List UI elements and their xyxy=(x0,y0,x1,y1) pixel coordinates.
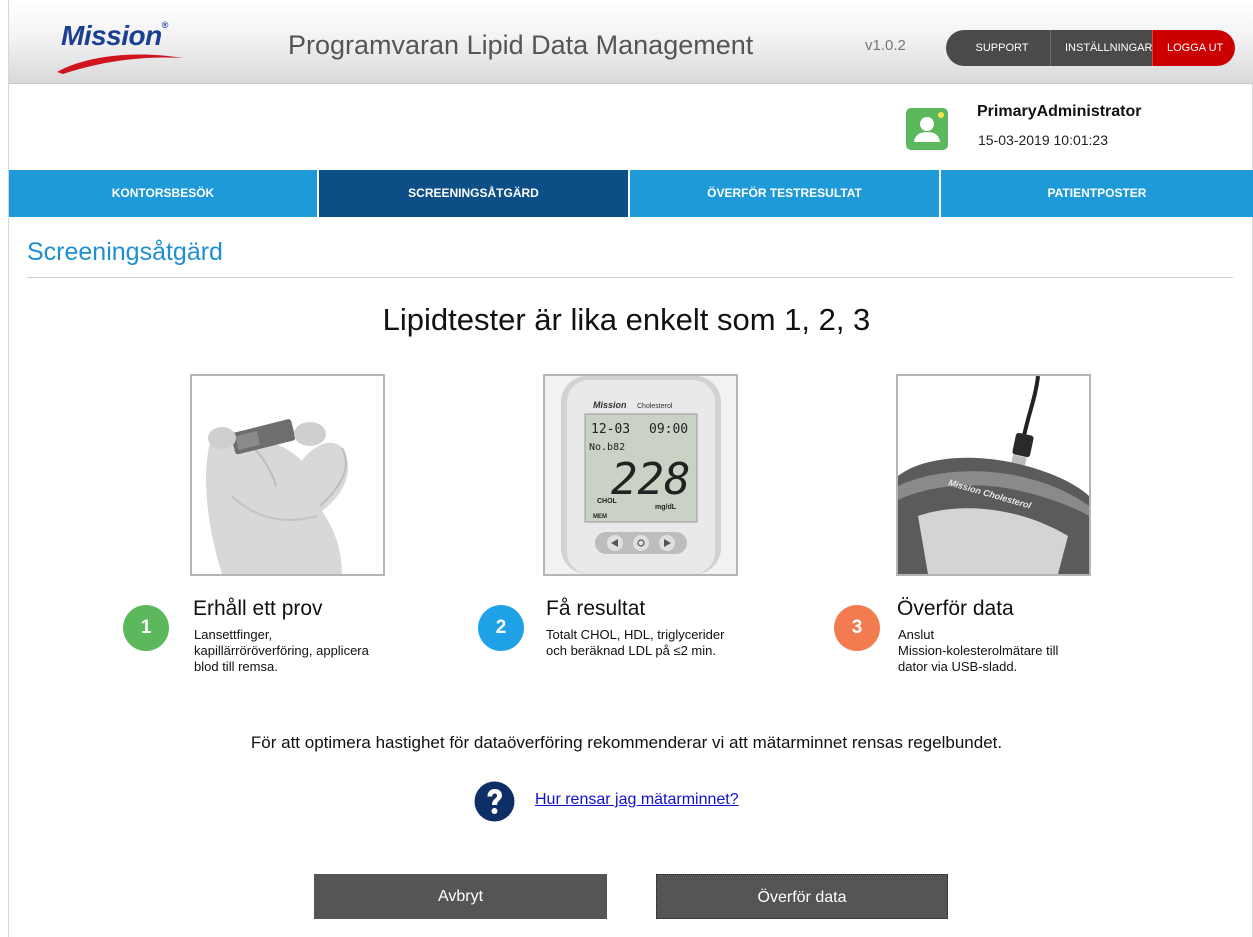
headline: Lipidtester är lika enkelt som 1, 2, 3 xyxy=(382,302,871,337)
user-datetime: 15-03-2019 10:01:23 xyxy=(978,132,1108,148)
logo-swoosh-icon xyxy=(57,54,183,74)
meter-usb-cable-icon: Mission Cholesterol xyxy=(898,376,1089,574)
step-1-image xyxy=(190,374,385,576)
main-nav: KONTORSBESÖK SCREENINGSÅTGÄRD ÖVERFÖR TE… xyxy=(9,170,1253,217)
support-button[interactable]: SUPPORT xyxy=(946,30,1050,66)
step-3-image: Mission Cholesterol xyxy=(896,374,1091,576)
logout-button[interactable]: LOGGA UT xyxy=(1152,30,1235,66)
title-divider xyxy=(27,277,1233,278)
transfer-data-button[interactable]: Överför data xyxy=(656,874,948,919)
step-2-image: Mission Cholesterol 12-03 09:00 No.b82 2… xyxy=(543,374,738,576)
top-button-group: SUPPORT INSTÄLLNINGAR LOGGA UT xyxy=(946,30,1235,66)
meter-mem: MEM xyxy=(593,514,607,520)
question-circle-icon[interactable] xyxy=(474,781,515,822)
user-avatar xyxy=(906,108,948,150)
step-3-badge: 3 xyxy=(834,605,880,651)
logo-wordmark: Mission® xyxy=(61,20,168,51)
mission-logo: Mission® xyxy=(55,14,195,74)
step-3-desc: Anslut Mission-kolesterolmätare till dat… xyxy=(898,627,1059,674)
user-name: PrimaryAdministrator xyxy=(977,103,1142,120)
step-1-badge: 1 xyxy=(123,605,169,651)
step-3-title: Överför data xyxy=(897,597,1014,620)
step-1-desc: Lansettfinger, kapillärröröverföring, ap… xyxy=(194,627,369,674)
meter-record: No.b82 xyxy=(589,442,625,453)
tab-screeningsatgard[interactable]: SCREENINGSÅTGÄRD xyxy=(319,170,630,217)
test-strip-in-fingers-icon xyxy=(192,376,383,574)
app-title: Programvaran Lipid Data Management xyxy=(288,30,754,60)
meter-model: Cholesterol xyxy=(637,403,673,410)
version-label: v1.0.2 xyxy=(865,37,906,54)
page-title: Screeningsåtgärd xyxy=(27,238,223,266)
step-2-title: Få resultat xyxy=(546,597,646,620)
memory-note: För att optimera hastighet för dataöverf… xyxy=(250,733,1003,752)
step-2-badge: 2 xyxy=(478,605,524,651)
help-clear-memory-link[interactable]: Hur rensar jag mätarminnet? xyxy=(535,791,739,809)
meter-brand: Mission xyxy=(593,400,627,410)
tab-kontorsbesok[interactable]: KONTORSBESÖK xyxy=(9,170,319,217)
tab-patientposter[interactable]: PATIENTPOSTER xyxy=(941,170,1253,217)
meter-date: 12-03 xyxy=(591,422,630,437)
step-1-title: Erhåll ett prov xyxy=(193,597,323,620)
meter-value: 228 xyxy=(611,454,690,505)
window-border-left xyxy=(8,0,9,937)
meter-unit: mg/dL xyxy=(655,504,677,511)
cholesterol-meter-display-icon: Mission Cholesterol 12-03 09:00 No.b82 2… xyxy=(545,376,736,574)
app-header: Mission® Programvaran Lipid Data Managem… xyxy=(9,0,1253,84)
cancel-button[interactable]: Avbryt xyxy=(314,874,607,919)
meter-analyte: CHOL xyxy=(597,498,618,505)
settings-button[interactable]: INSTÄLLNINGAR xyxy=(1050,30,1152,66)
user-icon xyxy=(914,112,944,142)
tab-overfor-testresultat[interactable]: ÖVERFÖR TESTRESULTAT xyxy=(630,170,941,217)
meter-time: 09:00 xyxy=(649,422,688,437)
step-2-desc: Totalt CHOL, HDL, triglycerider och berä… xyxy=(546,627,725,658)
